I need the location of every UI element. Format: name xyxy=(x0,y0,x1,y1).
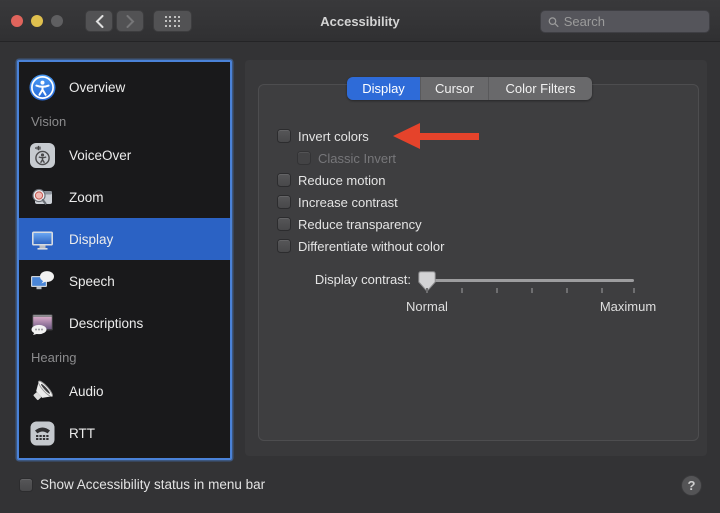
forward-button[interactable] xyxy=(116,10,144,32)
tab-display[interactable]: Display xyxy=(347,77,420,100)
close-window-button[interactable] xyxy=(11,15,23,27)
titlebar: Accessibility xyxy=(0,0,720,42)
sidebar-item-label: Audio xyxy=(69,384,104,399)
minimize-window-button[interactable] xyxy=(31,15,43,27)
audio-icon xyxy=(29,378,56,405)
checkbox-classic-invert: Classic Invert xyxy=(297,147,444,169)
sidebar-item-display[interactable]: Display xyxy=(19,218,230,260)
checkbox-label: Classic Invert xyxy=(318,151,396,166)
traffic-lights xyxy=(11,15,63,27)
detail-panel: Display Cursor Color Filters Invert colo… xyxy=(245,60,707,456)
search-field[interactable] xyxy=(540,10,710,33)
fullscreen-window-button[interactable] xyxy=(51,15,63,27)
sidebar-item-label: Overview xyxy=(69,80,125,95)
search-icon xyxy=(548,16,559,28)
checkbox-label: Differentiate without color xyxy=(298,239,444,254)
sidebar-item-label: VoiceOver xyxy=(69,148,131,163)
checkbox-differentiate-without-color[interactable]: Differentiate without color xyxy=(277,235,444,257)
sidebar: Overview Vision VoiceOver Zoom xyxy=(17,60,232,460)
checkbox-invert-colors[interactable]: Invert colors xyxy=(277,125,444,147)
checkbox-label: Reduce motion xyxy=(298,173,385,188)
sidebar-item-zoom[interactable]: Zoom xyxy=(19,176,230,218)
descriptions-icon xyxy=(29,310,56,337)
search-input[interactable] xyxy=(564,14,702,29)
display-contrast-label: Display contrast: xyxy=(259,272,411,287)
sidebar-item-audio[interactable]: Audio xyxy=(19,370,230,412)
slider-max-label: Maximum xyxy=(583,299,673,314)
chevron-right-icon xyxy=(126,15,135,28)
checkbox-label: Increase contrast xyxy=(298,195,398,210)
grid-icon xyxy=(165,16,181,27)
slider-min-label: Normal xyxy=(382,299,472,314)
checkbox-increase-contrast[interactable]: Increase contrast xyxy=(277,191,444,213)
display-icon xyxy=(29,226,56,253)
show-all-preferences-button[interactable] xyxy=(153,10,192,32)
sidebar-section-hearing: Hearing xyxy=(19,344,230,370)
sidebar-section-vision: Vision xyxy=(19,108,230,134)
checkbox-box[interactable] xyxy=(277,195,291,209)
checkbox-label: Invert colors xyxy=(298,129,369,144)
sidebar-item-voiceover[interactable]: VoiceOver xyxy=(19,134,230,176)
show-accessibility-status-checkbox[interactable]: Show Accessibility status in menu bar xyxy=(19,477,265,492)
checkbox-box[interactable] xyxy=(277,239,291,253)
speech-icon xyxy=(29,268,56,295)
display-options-list: Invert colors Classic Invert Reduce moti… xyxy=(277,125,444,257)
slider-tick xyxy=(461,288,463,293)
sidebar-item-label: Descriptions xyxy=(69,316,143,331)
tab-cursor[interactable]: Cursor xyxy=(420,77,488,100)
sidebar-item-rtt[interactable]: RTT xyxy=(19,412,230,454)
checkbox-box[interactable] xyxy=(277,217,291,231)
slider-tick xyxy=(601,288,603,293)
checkbox-box[interactable] xyxy=(277,173,291,187)
checkbox-label: Show Accessibility status in menu bar xyxy=(40,477,265,492)
checkbox-box[interactable] xyxy=(277,129,291,143)
sidebar-item-label: Display xyxy=(69,232,113,247)
rtt-icon xyxy=(29,420,56,447)
sidebar-item-speech[interactable]: Speech xyxy=(19,260,230,302)
sidebar-item-label: RTT xyxy=(69,426,95,441)
slider-tick xyxy=(566,288,568,293)
slider-tick xyxy=(633,288,635,293)
sidebar-item-label: Zoom xyxy=(69,190,104,205)
slider-tick xyxy=(426,288,428,293)
slider-tick xyxy=(531,288,533,293)
checkbox-box xyxy=(297,151,311,165)
sidebar-item-descriptions[interactable]: Descriptions xyxy=(19,302,230,344)
help-button[interactable]: ? xyxy=(681,475,702,496)
tab-bar: Display Cursor Color Filters xyxy=(347,77,592,100)
voiceover-icon xyxy=(29,142,56,169)
checkbox-box[interactable] xyxy=(19,478,33,492)
checkbox-label: Reduce transparency xyxy=(298,217,422,232)
checkbox-reduce-transparency[interactable]: Reduce transparency xyxy=(277,213,444,235)
display-contrast-slider-track[interactable] xyxy=(419,279,634,282)
tab-color-filters[interactable]: Color Filters xyxy=(488,77,592,100)
sidebar-item-overview[interactable]: Overview xyxy=(19,66,230,108)
sidebar-item-label: Speech xyxy=(69,274,115,289)
slider-tick xyxy=(496,288,498,293)
accessibility-overview-icon xyxy=(29,74,56,101)
chevron-left-icon xyxy=(95,15,104,28)
checkbox-reduce-motion[interactable]: Reduce motion xyxy=(277,169,444,191)
display-settings-groupbox: Display Cursor Color Filters Invert colo… xyxy=(258,84,699,441)
zoom-icon xyxy=(29,184,56,211)
back-button[interactable] xyxy=(85,10,113,32)
